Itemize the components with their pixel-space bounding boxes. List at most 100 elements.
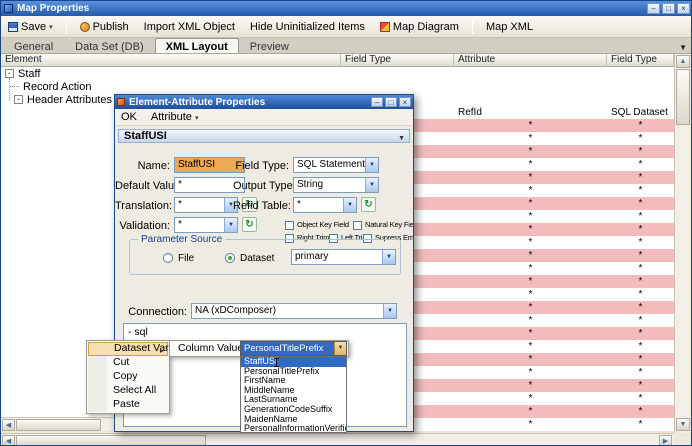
- column-value-label[interactable]: Column Value: [178, 342, 243, 354]
- field-type-cell: *: [638, 315, 643, 326]
- collapse-icon[interactable]: -: [14, 95, 23, 104]
- column-value-option[interactable]: PersonalTitlePrefix: [241, 367, 346, 377]
- context-menu-item[interactable]: Paste: [88, 398, 168, 412]
- scroll-down-icon[interactable]: ▼: [676, 418, 690, 431]
- column-value-combo[interactable]: PersonalTitlePrefix ▼: [240, 341, 347, 356]
- file-radio[interactable]: [163, 253, 173, 263]
- grid-header: Element Field Type Attribute Field Type: [1, 54, 674, 67]
- column-value-option[interactable]: MiddleName: [241, 386, 346, 396]
- dataset-combo[interactable]: primary ▼: [291, 249, 396, 265]
- dialog-icon: [117, 98, 125, 106]
- column-value-option[interactable]: GenerationCodeSuffix: [241, 405, 346, 415]
- natural-key-field-checkbox[interactable]: [353, 221, 362, 230]
- attribute-menu-item[interactable]: Attribute ▾: [151, 111, 199, 123]
- chevron-down-icon[interactable]: ▼: [398, 133, 405, 145]
- staffusi-section-bar[interactable]: StaffUSI ▼: [118, 129, 410, 143]
- chevron-down-icon[interactable]: ▼: [343, 198, 356, 212]
- column-value-option[interactable]: StaffUSI: [241, 357, 346, 367]
- context-menu-item[interactable]: Select All: [88, 384, 168, 398]
- chevron-down-icon[interactable]: ▼: [365, 158, 378, 172]
- close-icon[interactable]: ×: [399, 97, 411, 107]
- column-value-option[interactable]: PersonalInformationVerificationType: [241, 424, 346, 432]
- scroll-left-icon[interactable]: ◀: [2, 435, 15, 445]
- dataset-radio[interactable]: [225, 253, 235, 263]
- object-key-field-checkbox[interactable]: [285, 221, 294, 230]
- translation-value: *: [178, 199, 182, 210]
- translation-combo[interactable]: * ▼: [174, 197, 238, 213]
- column-header-attribute[interactable]: Attribute: [454, 54, 607, 67]
- scroll-right-icon[interactable]: ▶: [659, 435, 672, 445]
- field-type-cell: *: [638, 146, 643, 157]
- tab-data-set-db[interactable]: Data Set (DB): [64, 38, 154, 53]
- tree-item-staff[interactable]: Staff: [18, 68, 40, 80]
- tree-item-header-attributes[interactable]: Header Attributes: [27, 94, 112, 106]
- minimize-icon[interactable]: –: [647, 3, 660, 14]
- attribute-cell: *: [528, 172, 533, 183]
- column-header-field-type-2[interactable]: Field Type: [607, 54, 674, 67]
- maximize-icon[interactable]: □: [662, 3, 675, 14]
- file-radio-label[interactable]: File: [178, 253, 194, 264]
- column-header-field-type-1[interactable]: Field Type: [341, 54, 454, 67]
- context-menu-item[interactable]: Dataset Variable: [88, 342, 191, 356]
- refid-table-value: *: [297, 199, 301, 210]
- attribute-cell: *: [528, 198, 533, 209]
- hide-uninitialized-items-button[interactable]: Hide Uninitialized Items: [248, 20, 367, 34]
- close-icon[interactable]: ×: [677, 3, 690, 14]
- publish-icon: [79, 21, 90, 32]
- chevron-down-icon[interactable]: ▾: [49, 23, 53, 31]
- dataset-radio-label[interactable]: Dataset: [240, 253, 274, 264]
- connection-combo[interactable]: NA (xDComposer) ▼: [191, 303, 397, 319]
- column-header-element[interactable]: Element: [1, 54, 341, 67]
- tab-general[interactable]: General: [3, 38, 64, 53]
- horizontal-scrollbar[interactable]: ◀ ▶: [1, 433, 674, 445]
- chevron-down-icon[interactable]: ▼: [365, 178, 378, 192]
- field-type-cell: *: [638, 237, 643, 248]
- chevron-down-icon[interactable]: ▼: [382, 250, 395, 264]
- tabstrip: General Data Set (DB) XML Layout Preview…: [1, 38, 691, 54]
- chevron-down-icon[interactable]: ▼: [224, 218, 237, 232]
- field-type-cell: *: [638, 289, 643, 300]
- tree-item-record-action[interactable]: Record Action: [23, 81, 91, 93]
- dialog-titlebar[interactable]: Element-Attribute Properties – □ ×: [115, 95, 413, 109]
- context-menu-item[interactable]: Cut: [88, 356, 168, 370]
- vertical-scrollbar[interactable]: ▲ ▼: [674, 54, 690, 433]
- context-menu-item[interactable]: Copy: [88, 370, 168, 384]
- field-type-combo[interactable]: SQL Statement ▼: [293, 157, 379, 173]
- field-type-cell: *: [638, 120, 643, 131]
- refresh-icon[interactable]: ↻: [242, 217, 257, 232]
- map-diagram-label: Map Diagram: [392, 20, 459, 33]
- save-button[interactable]: Save ▾: [6, 20, 55, 34]
- window-titlebar[interactable]: Map Properties – □ ×: [1, 1, 691, 16]
- validation-combo[interactable]: * ▼: [174, 217, 238, 233]
- scroll-thumb[interactable]: [676, 69, 690, 125]
- scroll-up-icon[interactable]: ▲: [676, 55, 690, 68]
- tab-xml-layout[interactable]: XML Layout: [154, 38, 239, 53]
- import-xml-object-button[interactable]: Import XML Object: [142, 20, 237, 34]
- minimize-icon[interactable]: –: [371, 97, 383, 107]
- refid-table-combo[interactable]: * ▼: [293, 197, 357, 213]
- attribute-cell: *: [528, 380, 533, 391]
- map-xml-button[interactable]: Map XML: [484, 20, 535, 34]
- tab-overflow-icon[interactable]: ▼: [679, 43, 687, 52]
- chevron-down-icon[interactable]: ▼: [383, 304, 396, 318]
- object-key-field-label: Object Key Field: [297, 220, 349, 229]
- refresh-icon[interactable]: ↻: [361, 197, 376, 212]
- scroll-thumb[interactable]: [16, 419, 101, 431]
- dataset-value: primary: [295, 251, 329, 262]
- map-diagram-button[interactable]: Map Diagram: [378, 20, 461, 34]
- attribute-cell: *: [528, 120, 533, 131]
- output-type-combo[interactable]: String ▼: [293, 177, 379, 193]
- collapse-icon[interactable]: -: [5, 69, 14, 78]
- maximize-icon[interactable]: □: [385, 97, 397, 107]
- column-value-option[interactable]: LastSurname: [241, 395, 346, 405]
- sql-section-header[interactable]: - sql: [128, 326, 148, 338]
- column-value-option[interactable]: MaidenName: [241, 415, 346, 425]
- scroll-left-icon[interactable]: ◀: [2, 419, 15, 431]
- column-value-option[interactable]: FirstName: [241, 376, 346, 386]
- field-type-cell: *: [638, 250, 643, 261]
- scroll-thumb[interactable]: [16, 435, 206, 445]
- ok-menu-item[interactable]: OK: [121, 111, 137, 123]
- tab-preview[interactable]: Preview: [239, 38, 300, 53]
- chevron-down-icon[interactable]: ▼: [334, 342, 346, 355]
- publish-button[interactable]: Publish: [78, 20, 131, 34]
